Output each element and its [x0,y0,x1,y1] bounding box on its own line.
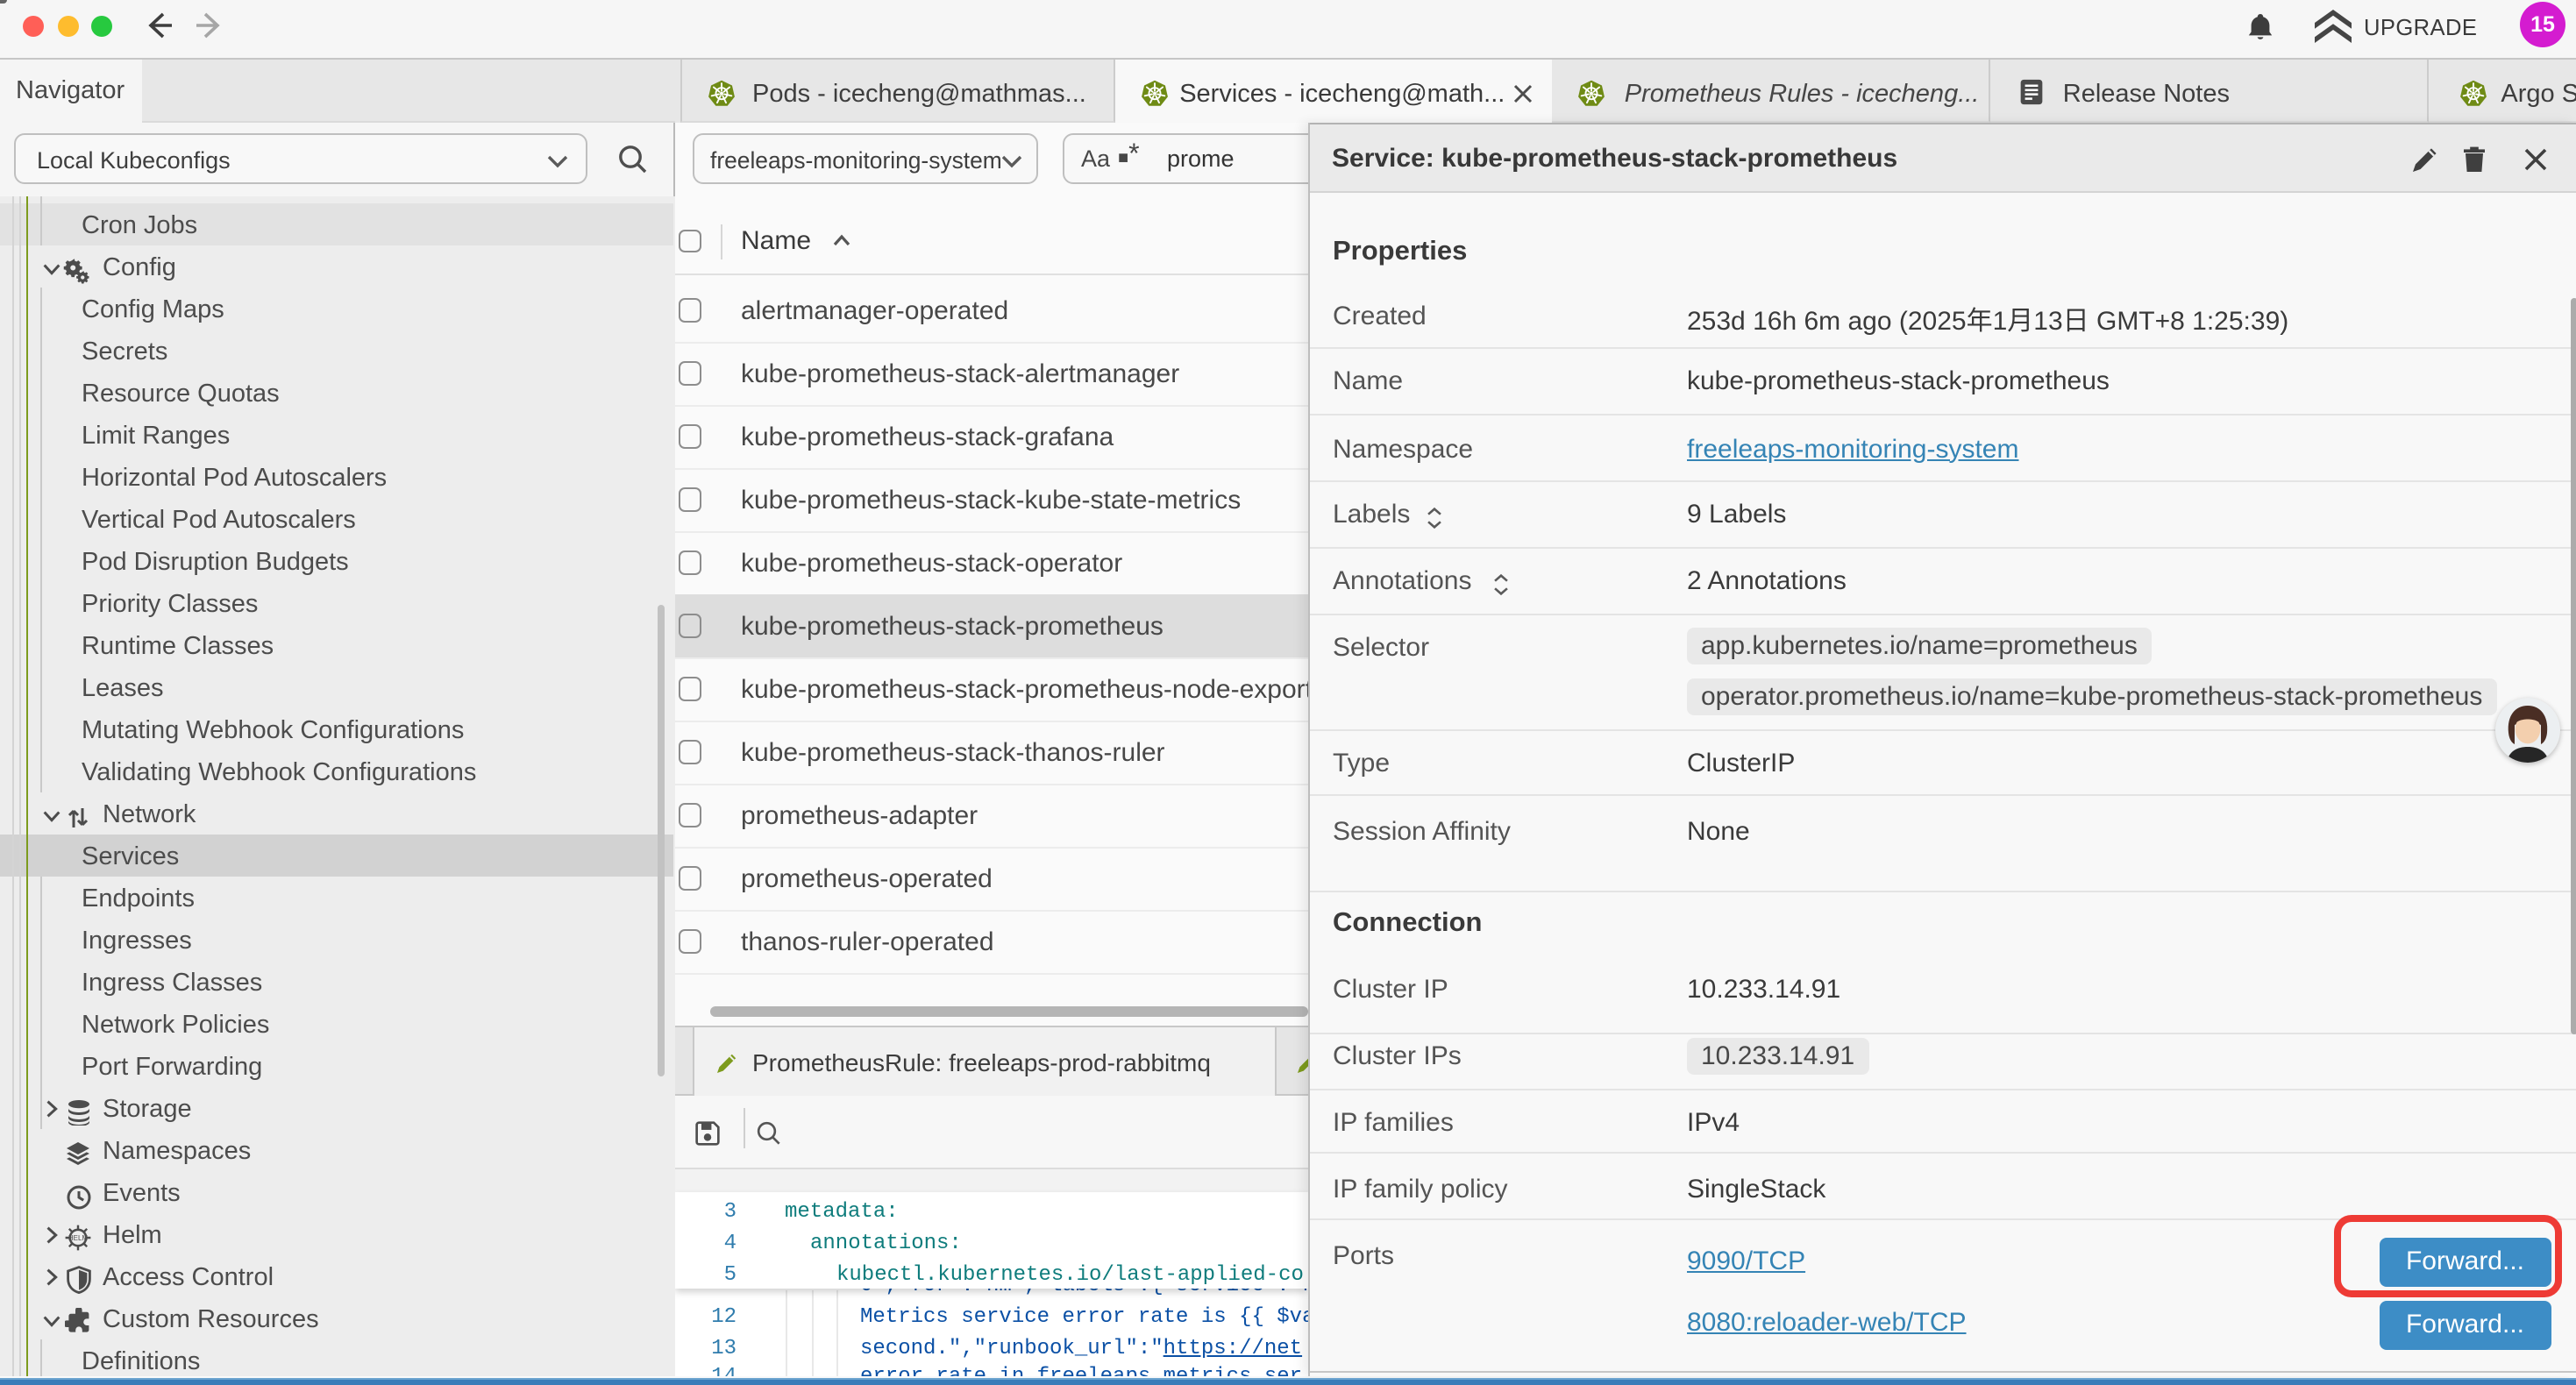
svg-text:HELM: HELM [68,1234,89,1242]
